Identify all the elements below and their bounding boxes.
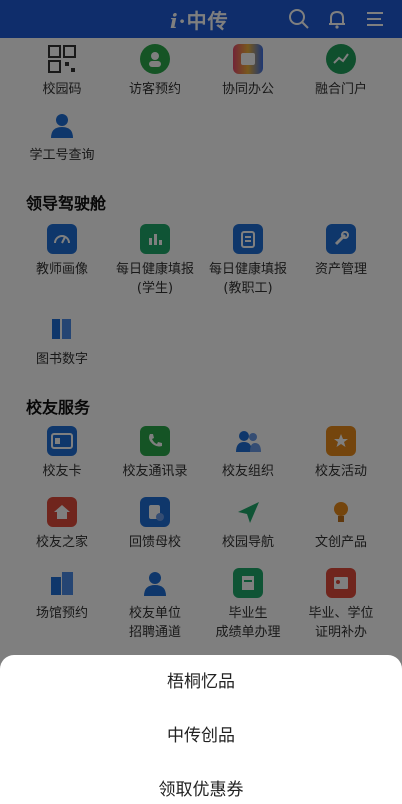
action-sheet: 梧桐忆品 中传创品 领取优惠券 [0, 655, 402, 800]
sheet-item-wutong[interactable]: 梧桐忆品 [0, 668, 402, 696]
sheet-item-coupon[interactable]: 领取优惠券 [0, 776, 402, 804]
sheet-item-cuc-creative[interactable]: 中传创品 [0, 722, 402, 750]
